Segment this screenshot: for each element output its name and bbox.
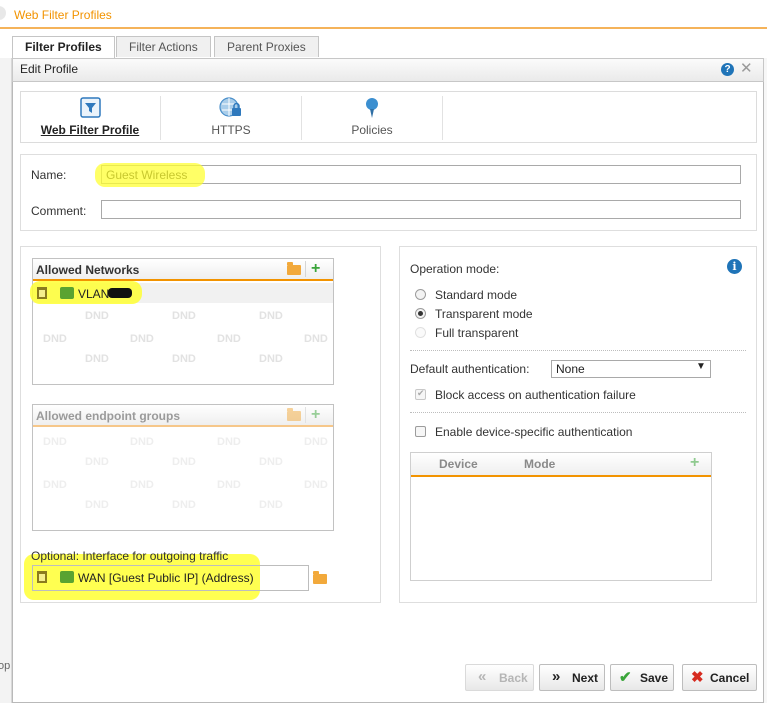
dialog-title-bar — [12, 58, 764, 82]
pin-icon — [366, 98, 378, 118]
dnd-placeholder: DND — [172, 353, 196, 365]
header-divider — [0, 27, 767, 29]
header-divider — [305, 261, 306, 277]
block-access-checkbox — [415, 388, 426, 400]
globe-lock-icon — [219, 97, 241, 117]
section-divider — [410, 350, 746, 351]
save-button-label: Save — [640, 671, 669, 685]
outgoing-interface-label: Optional: Interface for outgoing traffic — [31, 549, 229, 563]
dnd-placeholder: DND — [304, 436, 328, 448]
tab-filter-actions[interactable]: Filter Actions — [116, 36, 211, 57]
dnd-placeholder: DND — [217, 479, 241, 491]
add-endpoint-group-icon: + — [311, 406, 321, 423]
tab-filter-profiles[interactable]: Filter Profiles — [12, 36, 115, 58]
interface-icon — [60, 571, 74, 583]
folder-icon — [287, 408, 301, 421]
dnd-placeholder: DND — [172, 456, 196, 468]
outgoing-interface-value: WAN [Guest Public IP] (Address) — [78, 571, 254, 585]
dnd-placeholder: DND — [259, 353, 283, 365]
save-icon: ✔ — [619, 669, 632, 686]
column-header-device: Device — [439, 457, 478, 471]
transparent-mode-radio[interactable] — [415, 308, 426, 319]
dnd-placeholder: DND — [217, 436, 241, 448]
name-field[interactable] — [101, 165, 741, 184]
dnd-placeholder: DND — [259, 456, 283, 468]
dnd-placeholder: DND — [217, 333, 241, 345]
name-label: Name: — [31, 168, 67, 182]
step-divider — [160, 96, 161, 140]
comment-label: Comment: — [31, 204, 87, 218]
cancel-button-label: Cancel — [710, 671, 750, 685]
info-icon[interactable]: i — [727, 259, 742, 274]
header-divider — [305, 407, 306, 423]
background-list — [0, 58, 12, 703]
trash-icon[interactable] — [37, 571, 47, 583]
close-icon[interactable]: ✕ — [740, 60, 753, 78]
step-web-filter-profile[interactable]: Web Filter Profile — [25, 123, 155, 137]
dnd-placeholder: DND — [43, 436, 67, 448]
default-authentication-value: None — [556, 362, 585, 376]
device-auth-label[interactable]: Enable device-specific authentication — [435, 425, 632, 439]
background-text: op — [0, 660, 11, 672]
step-divider — [442, 96, 443, 140]
network-item-label: VLAN — [78, 287, 110, 301]
dnd-placeholder: DND — [85, 499, 109, 511]
step-https[interactable]: HTTPS — [166, 123, 296, 137]
folder-icon[interactable] — [287, 262, 301, 275]
help-icon[interactable]: ? — [721, 63, 734, 76]
dnd-placeholder: DND — [85, 310, 109, 322]
trash-icon[interactable] — [37, 287, 47, 299]
dnd-placeholder: DND — [304, 333, 328, 345]
back-icon: « — [478, 668, 487, 685]
filter-icon — [80, 97, 101, 118]
tab-parent-proxies[interactable]: Parent Proxies — [214, 36, 319, 57]
cancel-button[interactable]: ✖ Cancel — [682, 664, 757, 691]
back-button: « Back — [465, 664, 534, 691]
device-auth-checkbox[interactable] — [415, 426, 426, 437]
dnd-placeholder: DND — [130, 333, 154, 345]
app-title: Web Filter Profiles — [14, 8, 112, 22]
dnd-placeholder: DND — [172, 499, 196, 511]
dnd-placeholder: DND — [259, 499, 283, 511]
full-transparent-label: Full transparent — [435, 326, 519, 340]
dnd-placeholder: DND — [304, 479, 328, 491]
next-button-label: Next — [572, 671, 599, 685]
folder-icon[interactable] — [313, 571, 327, 584]
allowed-networks-title: Allowed Networks — [36, 263, 140, 277]
dnd-placeholder: DND — [172, 310, 196, 322]
section-divider — [410, 412, 746, 413]
dnd-placeholder: DND — [85, 456, 109, 468]
column-header-mode: Mode — [524, 457, 556, 471]
dnd-placeholder: DND — [259, 310, 283, 322]
back-button-label: Back — [499, 671, 528, 685]
transparent-mode-label[interactable]: Transparent mode — [435, 307, 533, 321]
next-button[interactable]: » Next — [539, 664, 605, 691]
cancel-icon: ✖ — [691, 669, 704, 686]
dnd-placeholder: DND — [85, 353, 109, 365]
default-authentication-label: Default authentication: — [410, 362, 530, 376]
dnd-placeholder: DND — [43, 479, 67, 491]
standard-mode-label[interactable]: Standard mode — [435, 288, 517, 302]
chevron-down-icon[interactable]: ▼ — [696, 361, 706, 372]
comment-field[interactable] — [101, 200, 741, 219]
dnd-placeholder: DND — [130, 436, 154, 448]
dnd-placeholder: DND — [130, 479, 154, 491]
dialog-title: Edit Profile — [20, 62, 79, 76]
network-icon — [60, 287, 74, 299]
block-access-label: Block access on authentication failure — [435, 388, 636, 402]
step-divider — [301, 96, 302, 140]
save-button[interactable]: ✔ Save — [610, 664, 674, 691]
full-transparent-radio — [415, 327, 426, 338]
app-icon — [0, 6, 6, 20]
operation-mode-label: Operation mode: — [410, 262, 500, 276]
redaction-mark — [108, 288, 132, 298]
next-icon: » — [552, 668, 561, 685]
add-device-icon: + — [690, 454, 700, 471]
dnd-placeholder: DND — [43, 333, 67, 345]
allowed-endpoint-groups-title: Allowed endpoint groups — [36, 409, 180, 423]
add-network-icon[interactable]: + — [311, 261, 320, 277]
step-policies[interactable]: Policies — [307, 123, 437, 137]
standard-mode-radio[interactable] — [415, 289, 426, 300]
default-authentication-select[interactable]: None — [551, 360, 711, 378]
